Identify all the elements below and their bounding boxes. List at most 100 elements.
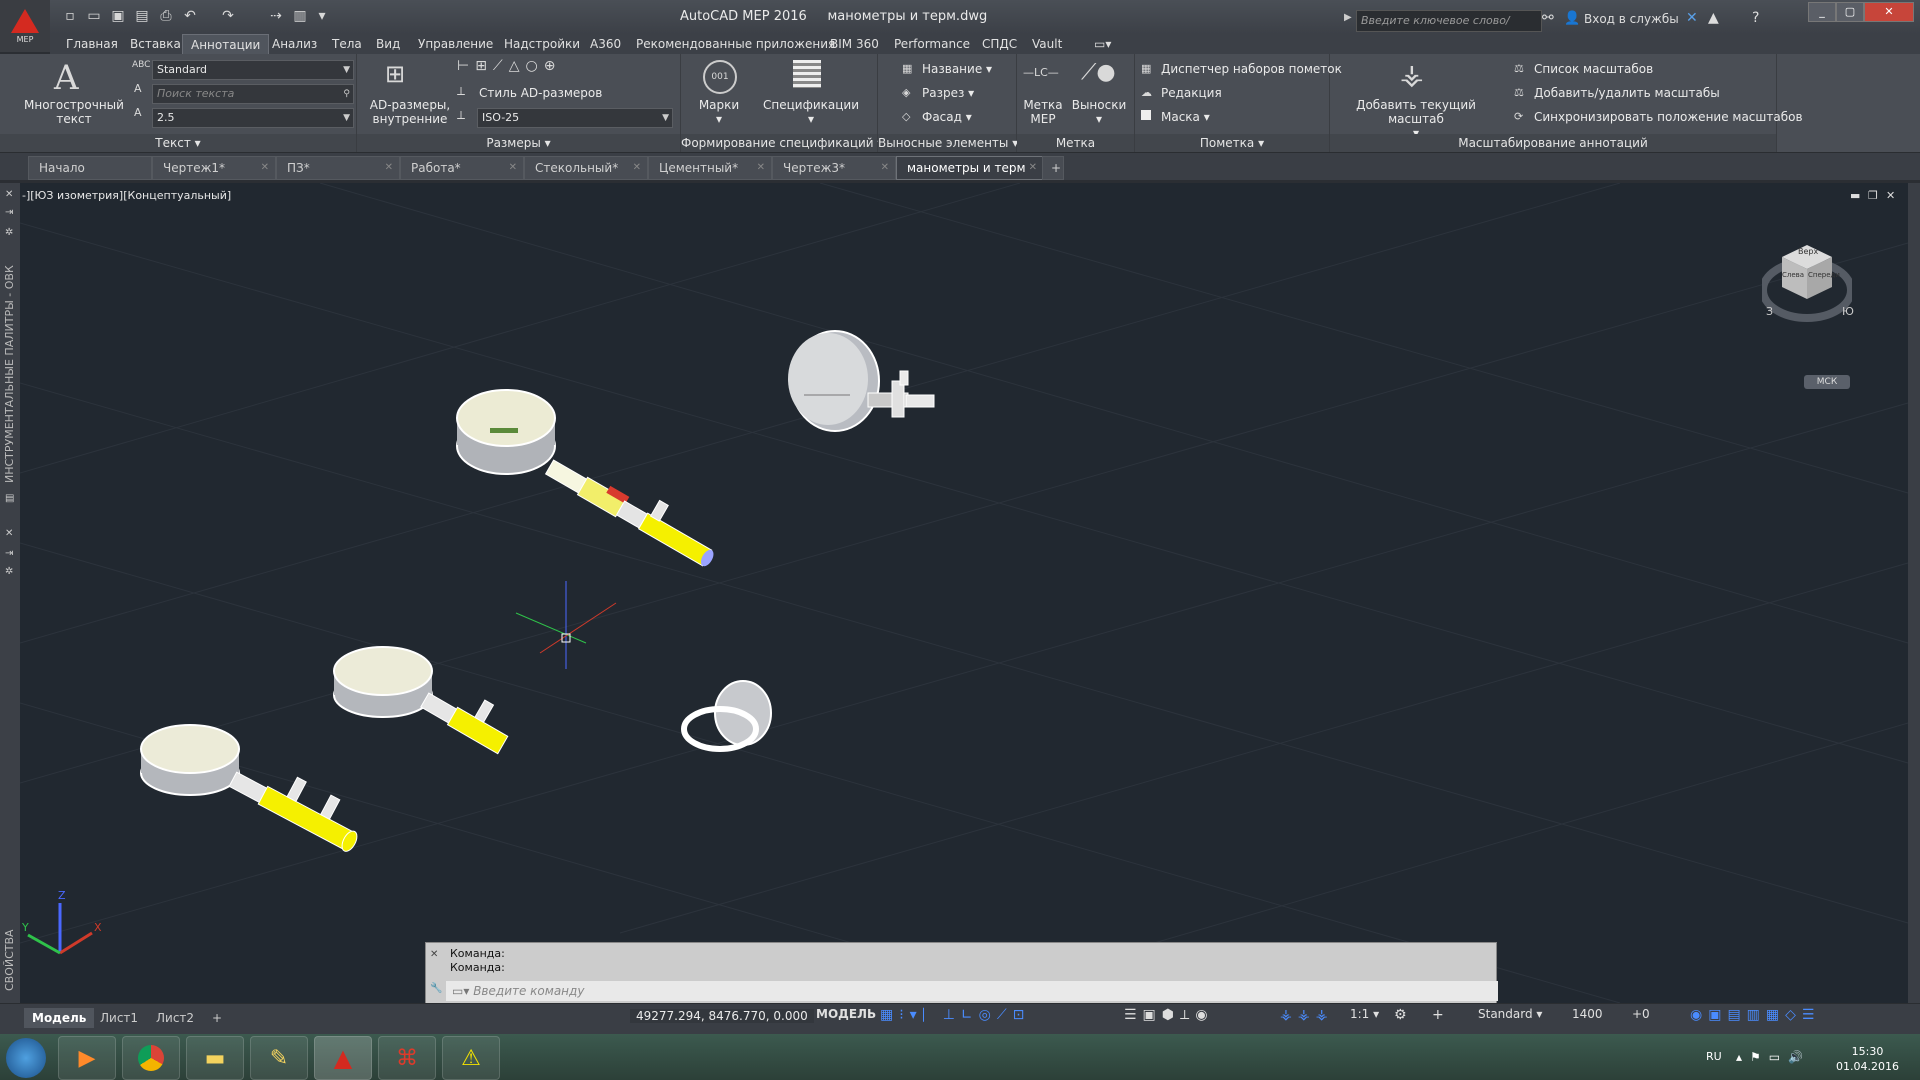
tool-palettes-label[interactable]: ИНСТРУМЕНТАЛЬНЫЕ ПАЛИТРЫ - ОВК [3,265,16,483]
tab-spds[interactable]: СПДС [974,34,1025,54]
dims-panel-title[interactable]: Размеры ▾ [357,134,680,152]
viewcube[interactable]: Верх Слева Спереди З Ю [1759,235,1855,325]
pressure-gauge-1[interactable] [788,330,935,432]
help-icon[interactable]: ? [1752,10,1759,26]
command-input[interactable]: ▭▾ Введите команду [446,981,1498,1001]
close-icon[interactable]: ✕ [261,157,269,179]
viewport-controls-label[interactable]: -][ЮЗ изометрия][Концептуальный] [22,189,231,202]
tags-button[interactable]: Марки ▾ [687,98,751,126]
new-tab-button[interactable]: + [1042,156,1064,180]
command-prompt-icon[interactable]: ▭▾ [452,984,469,998]
tray-icons[interactable]: ◉▣▤▥▦◇☰ [1690,1007,1820,1023]
callouts-panel-title[interactable]: Выносные элементы ▾ [878,134,1018,152]
ad-dimension-icon[interactable]: ⊞ [385,60,405,88]
compass-west-label[interactable]: З [1766,305,1773,318]
close-icon[interactable]: ✕ [430,949,438,960]
open-icon[interactable]: ▭ [84,6,104,26]
viewcube-top-label[interactable]: Верх [1798,247,1818,256]
autodesk-a360-icon[interactable]: ▲ [1708,10,1719,26]
tab-bim360[interactable]: BIM 360 [822,34,887,54]
file-tab[interactable]: Чертеж1* ✕ [152,156,276,180]
dimension-tools-icons[interactable]: ⊢⊞⟋△○⊕ [457,58,561,74]
revision-button[interactable]: Редакция [1161,86,1222,100]
close-icon[interactable]: ✕ [633,157,641,179]
print-icon[interactable]: ⎙ [156,6,176,26]
tab-home[interactable]: Главная [58,34,126,54]
tab-vault[interactable]: Vault [1024,34,1070,54]
clock[interactable]: 15:30 01.04.2016 [1836,1044,1899,1074]
multiline-text-button[interactable]: Многострочный текст [14,98,134,126]
chevron-right-icon[interactable]: ▶ [1344,12,1352,23]
leaders-button[interactable]: Выноски ▾ [1067,98,1131,126]
viewport-minimize-icon[interactable]: ▬ [1850,189,1860,202]
schedules-button[interactable]: Спецификации ▾ [761,98,861,126]
style-select[interactable]: Standard ▾ [1478,1007,1542,1021]
minimize-button[interactable]: _ [1808,2,1836,22]
tab-a360[interactable]: A360 [582,34,629,54]
model-space-toggle[interactable]: МОДЕЛЬ [816,1007,876,1021]
tab-featured-apps[interactable]: Рекомендованные приложения [628,34,843,54]
undo-icon[interactable]: ↶ [180,6,200,26]
drafting-toggles-icons[interactable]: ▦⁝▾⎸⊥∟◎⟋⊡ [880,1007,1030,1023]
save-icon[interactable]: ▣ [108,6,128,26]
command-line[interactable]: ✕ 🔧 Команда: Команда: ▭▾ Введите команду [425,942,1498,1004]
viewport-restore-icon[interactable]: ❐ [1868,189,1878,202]
close-button[interactable]: ✕ [1864,2,1914,22]
layout-tab-sheet2[interactable]: Лист2 [148,1008,202,1028]
acrobat-icon[interactable]: ⌘ [378,1036,436,1080]
file-tab[interactable]: Стекольный* ✕ [524,156,648,180]
gear-icon[interactable]: ✲ [5,227,13,238]
sync-scale-button[interactable]: Синхронизировать положение масштабов [1534,110,1803,124]
multiline-text-icon[interactable]: A [54,58,79,98]
gear-icon[interactable]: ⚙ [1394,1007,1407,1023]
signin-button[interactable]: Вход в службы [1584,12,1679,26]
binoculars-icon[interactable]: ⚯ [1542,10,1554,26]
close-icon[interactable]: ✕ [5,528,13,539]
warning-app-icon[interactable]: ⚠ [442,1036,500,1080]
ucs-menu-button[interactable]: МСК [1804,375,1850,389]
offset-readout[interactable]: +0 [1632,1007,1650,1021]
file-tab[interactable]: Цементный* ✕ [648,156,772,180]
plus-icon[interactable]: + [1432,1007,1444,1023]
customize-qat-icon[interactable]: ▾ [312,6,332,26]
chrome-icon[interactable] [122,1036,180,1080]
close-icon[interactable]: ✕ [757,157,765,179]
tab-analyze[interactable]: Анализ [264,34,325,54]
tab-view[interactable]: Вид [368,34,408,54]
file-tab-active[interactable]: манометры и терм ✕ [896,156,1044,180]
more-toggles-icons[interactable]: ☰▣⬢⟂◉ [1124,1007,1214,1023]
text-panel-title[interactable]: Текст ▾ [0,134,356,152]
section-callout-button[interactable]: Разрез ▾ [922,86,974,100]
mask-button[interactable]: Маска ▾ [1161,110,1210,124]
tab-performance[interactable]: Performance [886,34,978,54]
thermometer-ring[interactable] [681,680,772,752]
drawing-viewport[interactable]: Z X Y Верх Слева Спереди З Ю МСК ▬ ❐ ✕ [20,183,1908,1003]
viewport-close-icon[interactable]: ✕ [1886,189,1895,202]
close-icon[interactable]: ✕ [5,189,13,200]
dim-style-label[interactable]: Стиль AD-размеров [479,86,602,100]
elevation-callout-button[interactable]: Фасад ▾ [922,110,972,124]
exchange-icon[interactable]: ✕ [1686,10,1698,26]
text-height-select[interactable]: 2.5 ▼ [152,108,354,128]
explorer-icon[interactable]: ▬ [186,1036,244,1080]
viewcube-front-label[interactable]: Спереди [1808,271,1840,279]
pressure-gauge-2[interactable] [456,389,725,569]
media-player-icon[interactable]: ▶ [58,1036,116,1080]
gear-icon[interactable]: ✲ [5,566,13,577]
properties-icon[interactable]: ▥ [290,6,310,26]
annotation-toggles-icons[interactable]: ⚶⚶⚶ [1280,1007,1334,1023]
ribbon-options-icon[interactable]: ▭▾ [1086,34,1119,54]
viewcube-left-label[interactable]: Слева [1782,271,1804,279]
ad-dimension-button[interactable]: AD-размеры, внутренние [365,98,455,126]
tab-annotate[interactable]: Аннотации [182,34,270,55]
share-icon[interactable]: ⇢ [266,6,286,26]
close-icon[interactable]: ✕ [881,157,889,179]
tab-addins[interactable]: Надстройки [496,34,588,54]
markup-panel-title[interactable]: Пометка ▾ [1135,134,1329,152]
text-style-select[interactable]: Standard ▼ [152,60,354,80]
maximize-button[interactable]: ▢ [1836,2,1864,22]
pressure-gauge-4[interactable] [140,724,370,854]
close-icon[interactable]: ✕ [385,157,393,179]
binoculars-icon[interactable]: ⚲ [343,85,350,103]
file-tab[interactable]: ПЗ* ✕ [276,156,400,180]
